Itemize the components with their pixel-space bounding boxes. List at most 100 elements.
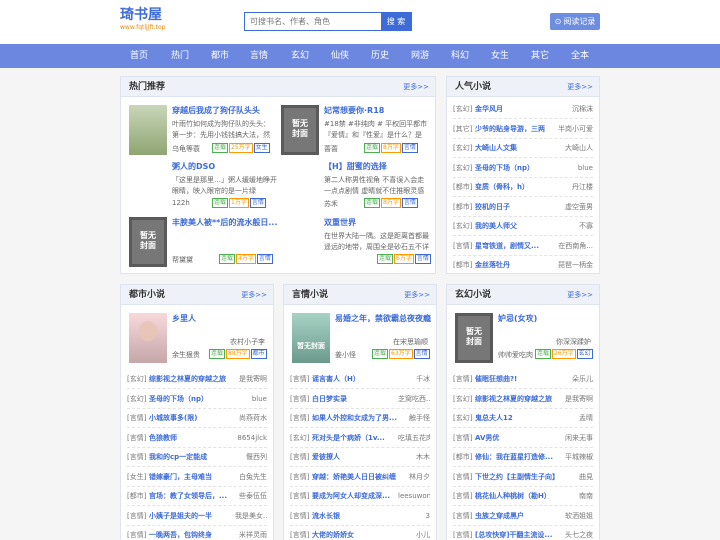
nav-item-game[interactable]: 网游	[411, 44, 429, 68]
more-link[interactable]: 更多>>	[404, 285, 430, 305]
more-link[interactable]: 更多>>	[567, 77, 593, 97]
list-item[interactable]: [言情] 要成为阿女人却变成深... leesuwon	[290, 486, 430, 506]
list-item[interactable]: [女生] 错嫁豪门，主母难当 白兔先生	[127, 467, 267, 487]
list-item-title[interactable]: 死对头是个病娇（1v...	[312, 428, 398, 448]
list-item-title[interactable]: [总攻快穿]干翻主流设...	[475, 525, 561, 540]
book-title[interactable]: 粥人的DSO	[172, 161, 272, 172]
list-item-title[interactable]: 修仙：我在蓝星打造修...	[475, 447, 561, 467]
nav-item-urban[interactable]: 都市	[211, 44, 229, 68]
nav-item-romance[interactable]: 言情	[250, 44, 268, 68]
list-item-title[interactable]: 鬼总夫人12	[475, 408, 561, 428]
book-title[interactable]: 穿越后我成了狗仔队头头	[172, 105, 272, 116]
book-title[interactable]: 妃常想要你·R18	[324, 105, 429, 116]
search-button[interactable]: 搜 索	[381, 13, 411, 30]
nav-item-home[interactable]: 首页	[130, 44, 148, 68]
book-cover[interactable]	[129, 105, 167, 155]
nav-item-history[interactable]: 历史	[371, 44, 389, 68]
list-item[interactable]: [言情] 我和的cp一定能成 偃西列	[127, 447, 267, 467]
list-item[interactable]: [玄幻] 圣母的下场（np） blue	[127, 389, 267, 409]
list-item[interactable]: [言情] 下世之约【主副情生子向】 曲見	[453, 467, 593, 487]
list-item-title[interactable]: 大崎山人文集	[475, 138, 555, 158]
list-item-title[interactable]: 综影视之林夏的穿越之旅	[149, 369, 235, 389]
list-item-title[interactable]: 色狼教师	[149, 428, 235, 448]
list-item[interactable]: [玄幻] 综影视之林夏的穿越之旅 是我寄啊	[127, 369, 267, 389]
book-cover[interactable]	[129, 313, 167, 363]
list-item-title[interactable]: 狡机的日子	[475, 197, 555, 217]
list-item-title[interactable]: 少爷的贴身导游，三两	[475, 119, 555, 139]
list-item-title[interactable]: 综影视之林夏的穿越之旅	[475, 389, 561, 409]
list-item[interactable]: [玄幻] 金华风月 沉棉沫	[453, 99, 593, 119]
list-item-title[interactable]: 催眠狂想曲?!	[475, 369, 561, 389]
list-item-title[interactable]: 官场：教了女领导后，...	[149, 486, 235, 506]
list-item-title[interactable]: 小城故事多(限)	[149, 408, 235, 428]
list-item-title[interactable]: 流水长银	[312, 506, 398, 526]
list-item[interactable]: [玄幻] 鬼总夫人12 孟晴	[453, 408, 593, 428]
list-item[interactable]: [玄幻] 死对头是个病娇（1v... 吃填五花肉	[290, 428, 430, 448]
list-item-title[interactable]: 白日梦实录	[312, 389, 398, 409]
nav-item-other[interactable]: 其它	[531, 44, 549, 68]
list-item[interactable]: [玄幻] 大崎山人文集 大崎山人	[453, 138, 593, 158]
list-item-title[interactable]: 下世之约【主副情生子向】	[475, 467, 561, 487]
book-title[interactable]: 丰腴美人被**后的流水般日...	[172, 217, 277, 228]
list-item[interactable]: [言情] 催眠狂想曲?! 朵乐儿	[453, 369, 593, 389]
list-item-title[interactable]: 变质（骨科，h）	[475, 177, 555, 197]
list-item[interactable]: [言情] 谣言害人（H） 千冰	[290, 369, 430, 389]
list-item[interactable]: [都市] 修仙：我在蓝星打造修... 平城辣椒	[453, 447, 593, 467]
list-item[interactable]: [都市] 官场：教了女领导后，... 些泰伍伍	[127, 486, 267, 506]
list-item[interactable]: [言情] 爱彼撩人 木木	[290, 447, 430, 467]
list-item-title[interactable]: 桃花仙人种桃树（勘H）	[475, 486, 561, 506]
list-item[interactable]: [玄幻] 我的美人师父 不寡	[453, 216, 593, 236]
list-item-title[interactable]: AV男优	[475, 428, 561, 448]
list-item[interactable]: [言情] 桃花仙人种桃树（勘H） 南南	[453, 486, 593, 506]
list-item-title[interactable]: 一晚两吾，包钩终身	[149, 525, 235, 540]
list-item-title[interactable]: 虫族之穿成黑户	[475, 506, 561, 526]
book-cover[interactable]: 暂无封面	[281, 105, 319, 155]
list-item[interactable]: [玄幻] 圣母的下场（np） blue	[453, 158, 593, 178]
list-item[interactable]: [言情] 流水长银 3	[290, 506, 430, 526]
more-link[interactable]: 更多>>	[567, 285, 593, 305]
book-cover[interactable]: 暂无封面	[129, 217, 167, 267]
list-item[interactable]: [言情] 小姨子是姐夫的一半 我是美女...	[127, 506, 267, 526]
list-item-title[interactable]: 金华风月	[475, 99, 555, 119]
nav-item-xianxia[interactable]: 仙侠	[331, 44, 349, 68]
nav-item-girls[interactable]: 女生	[491, 44, 509, 68]
more-link[interactable]: 更多>>	[241, 285, 267, 305]
list-item[interactable]: [言情] [总攻快穿]干翻主流设... 头七之夜	[453, 525, 593, 540]
list-item[interactable]: [言情] 穿越：娇艳美人日日被纠缠 林月夕	[290, 467, 430, 487]
site-logo[interactable]: 琦书屋 www.fqtljjft.top	[120, 6, 165, 32]
list-item-title[interactable]: 错嫁豪门，主母难当	[149, 467, 235, 487]
list-item-title[interactable]: 星穹铁道，剧情又...	[475, 236, 555, 256]
list-item-title[interactable]: 爱彼撩人	[312, 447, 398, 467]
list-item[interactable]: [言情] AV男优 闲来无事	[453, 428, 593, 448]
nav-item-complete[interactable]: 全本	[571, 44, 589, 68]
list-item[interactable]: [言情] 小城故事多(限) 尚燕荷水	[127, 408, 267, 428]
list-item[interactable]: [言情] 星穹铁道，剧情又... 在西南角...	[453, 236, 593, 256]
book-title[interactable]: 乡里人	[172, 313, 270, 324]
book-title[interactable]: 易婚之年，禁欲霸总夜夜瘾	[335, 313, 433, 324]
list-item-title[interactable]: 我和的cp一定能成	[149, 447, 235, 467]
book-cover[interactable]: 暂无封面	[455, 313, 493, 363]
nav-item-hot[interactable]: 热门	[171, 44, 189, 68]
more-link[interactable]: 更多>>	[403, 77, 429, 97]
list-item-title[interactable]: 要成为阿女人却变成深...	[312, 486, 398, 506]
list-item-title[interactable]: 穿越：娇艳美人日日被纠缠	[312, 467, 398, 487]
list-item-title[interactable]: 圣母的下场（np）	[475, 158, 555, 178]
list-item-title[interactable]: 大佬的娇娇女	[312, 525, 398, 540]
book-title[interactable]: 妒忌(女攻)	[498, 313, 596, 324]
list-item[interactable]: [言情] 一晚两吾，包钩终身 米祥灵雨	[127, 525, 267, 540]
book-title[interactable]: 【H】甜蜜的选择	[324, 161, 429, 172]
list-item[interactable]: [都市] 变质（骨科，h） 丹江楼	[453, 177, 593, 197]
list-item-title[interactable]: 金丝落牡丹	[475, 255, 555, 273]
book-title[interactable]: 双重世界	[324, 217, 429, 228]
list-item[interactable]: [言情] 白日梦实录 芝窝吃西...	[290, 389, 430, 409]
list-item[interactable]: [言情] 色狼教师 8654jlck	[127, 428, 267, 448]
nav-item-scifi[interactable]: 科幻	[451, 44, 469, 68]
list-item[interactable]: [玄幻] 综影视之林夏的穿越之旅 是我寄啊	[453, 389, 593, 409]
nav-item-fantasy[interactable]: 玄幻	[291, 44, 309, 68]
book-cover[interactable]: 暂无封面	[292, 313, 330, 363]
list-item[interactable]: [言情] 大佬的娇娇女 小儿	[290, 525, 430, 540]
list-item[interactable]: [言情] 如果人外控和女成为了男... 触手怪	[290, 408, 430, 428]
list-item-title[interactable]: 如果人外控和女成为了男...	[312, 408, 398, 428]
list-item[interactable]: [都市] 狡机的日子 虚空萤男	[453, 197, 593, 217]
list-item-title[interactable]: 圣母的下场（np）	[149, 389, 235, 409]
